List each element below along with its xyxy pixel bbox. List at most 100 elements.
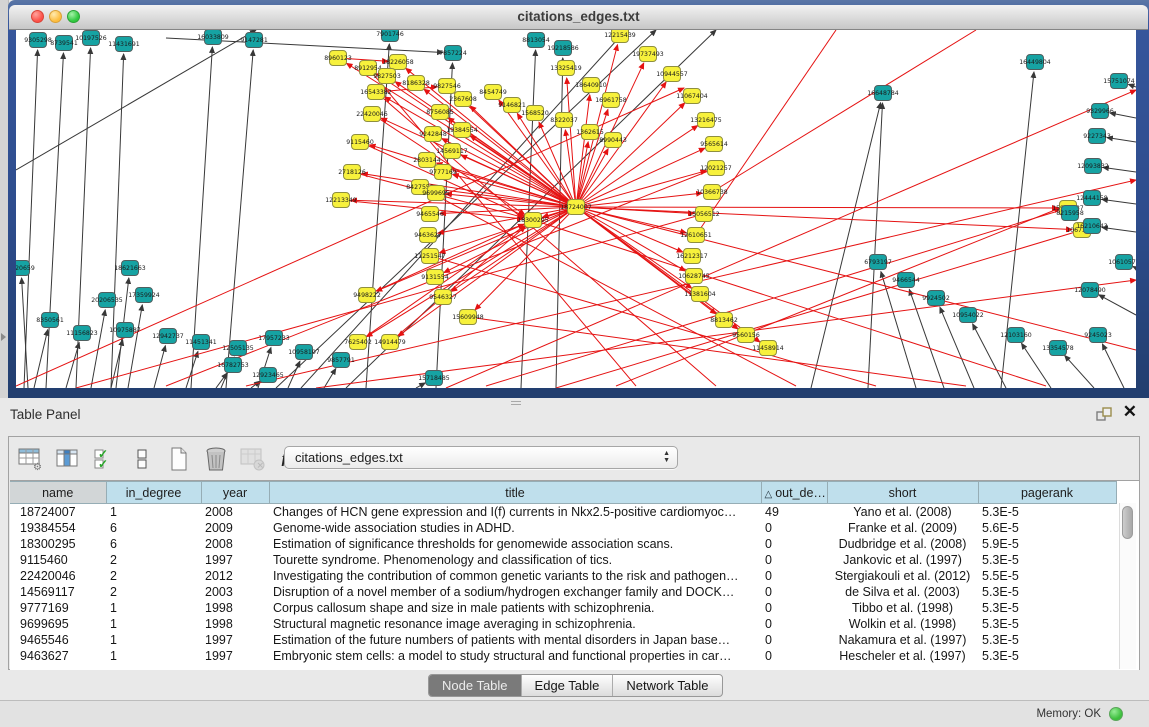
table-scrollbar[interactable] (1119, 503, 1136, 669)
cell-year[interactable]: 1997 (201, 648, 269, 664)
cell-year[interactable]: 2012 (201, 568, 269, 584)
cites-edge[interactable] (1107, 138, 1136, 142)
show-columns-button[interactable] (54, 446, 82, 473)
cell-short[interactable]: Dudbridge et al. (2008) (827, 536, 978, 552)
cell-title[interactable]: Estimation of the future numbers of pati… (269, 632, 761, 648)
cell-name[interactable]: 14569117 (10, 584, 106, 600)
cell-in_degree[interactable]: 1 (106, 600, 201, 616)
cell-pagerank[interactable]: 5.3E-5 (978, 632, 1116, 648)
column-header-out_de[interactable]: △out_de… (761, 482, 827, 504)
cell-in_degree[interactable]: 1 (106, 616, 201, 632)
clear-selection-button[interactable] (128, 446, 156, 473)
close-panel-button[interactable]: ✕ (1123, 402, 1137, 422)
cell-out_de[interactable]: 0 (761, 616, 827, 632)
cell-out_de[interactable]: 0 (761, 536, 827, 552)
delete-columns-button[interactable] (202, 446, 230, 473)
column-header-title[interactable]: title (269, 482, 761, 504)
first-neighbor-edge[interactable] (712, 30, 976, 192)
cell-in_degree[interactable]: 2 (106, 584, 201, 600)
table-row[interactable]: 946554611997Estimation of the future num… (10, 632, 1116, 648)
column-header-in_degree[interactable]: in_degree (106, 482, 201, 504)
cell-in_degree[interactable]: 6 (106, 536, 201, 552)
float-panel-button[interactable] (1095, 406, 1113, 422)
cites-edge[interactable] (34, 330, 48, 388)
tab-node-table[interactable]: Node Table (429, 675, 521, 696)
cites-edge[interactable] (128, 305, 142, 388)
select-all-button[interactable]: ✓ ✓ (91, 446, 119, 473)
first-neighbor-edge[interactable] (486, 208, 1068, 386)
cell-name[interactable]: 19384554 (10, 520, 106, 536)
cell-pagerank[interactable]: 5.3E-5 (978, 552, 1116, 568)
cell-title[interactable]: Tourette syndrome. Phenomenology and cla… (269, 552, 761, 568)
cell-short[interactable]: Yano et al. (2008) (827, 504, 978, 521)
cell-in_degree[interactable]: 2 (106, 552, 201, 568)
cell-year[interactable]: 1997 (201, 632, 269, 648)
first-neighbor-edge[interactable] (390, 226, 525, 342)
cites-edge[interactable] (416, 383, 425, 388)
cell-year[interactable]: 1998 (201, 616, 269, 632)
window-titlebar[interactable]: citations_edges.txt (9, 5, 1148, 30)
cell-out_de[interactable]: 0 (761, 520, 827, 536)
cell-title[interactable]: Structural magnetic resonance image aver… (269, 616, 761, 632)
cell-year[interactable]: 1997 (201, 552, 269, 568)
change-table-mode-button[interactable]: ⚙ (17, 446, 45, 473)
column-header-name[interactable]: name (10, 482, 106, 504)
table-row[interactable]: 977716911998Corpus callosum shape and si… (10, 600, 1116, 616)
cell-year[interactable]: 1998 (201, 600, 269, 616)
cell-out_de[interactable]: 49 (761, 504, 827, 521)
cell-name[interactable]: 18300295 (10, 536, 106, 552)
cell-title[interactable]: Corpus callosum shape and size in male p… (269, 600, 761, 616)
cell-title[interactable]: Genome-wide association studies in ADHD. (269, 520, 761, 536)
column-header-pagerank[interactable]: pagerank (978, 482, 1116, 504)
column-header-short[interactable]: short (827, 482, 978, 504)
cell-out_de[interactable]: 0 (761, 632, 827, 648)
first-neighbor-edge[interactable] (439, 207, 576, 253)
delete-table-button[interactable]: ✕ (239, 446, 267, 473)
cell-year[interactable]: 2009 (201, 520, 269, 536)
cell-pagerank[interactable]: 5.5E-5 (978, 568, 1116, 584)
table-select-dropdown[interactable]: citations_edges.txt ▲▼ (284, 446, 678, 469)
panel-resize-grip[interactable] (511, 399, 521, 407)
table-row[interactable]: 2242004622012Investigating the contribut… (10, 568, 1116, 584)
cell-out_de[interactable]: 0 (761, 600, 827, 616)
cell-name[interactable]: 9465546 (10, 632, 106, 648)
cell-name[interactable]: 18724007 (10, 504, 106, 521)
cell-pagerank[interactable]: 5.3E-5 (978, 648, 1116, 664)
cell-pagerank[interactable]: 5.3E-5 (978, 600, 1116, 616)
cell-name[interactable]: 9699695 (10, 616, 106, 632)
table-row[interactable]: 969969511998Structural magnetic resonanc… (10, 616, 1116, 632)
cell-in_degree[interactable]: 1 (106, 648, 201, 664)
cell-short[interactable]: Wolkin et al. (1998) (827, 616, 978, 632)
first-neighbor-edge[interactable] (696, 30, 836, 235)
first-neighbor-edge[interactable] (368, 68, 636, 386)
cites-edge[interactable] (1099, 295, 1136, 315)
cites-edge[interactable] (324, 369, 336, 388)
cell-pagerank[interactable]: 5.3E-5 (978, 504, 1116, 521)
cell-in_degree[interactable]: 1 (106, 504, 201, 521)
table-row[interactable]: 1938455462009Genome-wide association stu… (10, 520, 1116, 536)
first-neighbor-edge[interactable] (398, 207, 576, 336)
cell-in_degree[interactable]: 1 (106, 632, 201, 648)
column-header-year[interactable]: year (201, 482, 269, 504)
cites-edge[interactable] (16, 30, 256, 170)
cell-pagerank[interactable]: 5.9E-5 (978, 536, 1116, 552)
cell-short[interactable]: Franke et al. (2009) (827, 520, 978, 536)
network-canvas[interactable]: 1872400718300295896012389129541822605898… (16, 30, 1136, 388)
cell-name[interactable]: 9115460 (10, 552, 106, 568)
cites-edge[interactable] (1102, 344, 1124, 388)
cell-title[interactable]: Embryonic stem cells: a model to study s… (269, 648, 761, 664)
cell-short[interactable]: Stergiakouli et al. (2012) (827, 568, 978, 584)
cell-title[interactable]: Investigating the contribution of common… (269, 568, 761, 584)
cell-out_de[interactable]: 0 (761, 648, 827, 664)
cell-out_de[interactable]: 0 (761, 568, 827, 584)
table-row[interactable]: 946362711997Embryonic stem cells: a mode… (10, 648, 1116, 664)
cell-year[interactable]: 2008 (201, 536, 269, 552)
cell-short[interactable]: Jankovic et al. (1997) (827, 552, 978, 568)
cell-short[interactable]: Nakamura et al. (1997) (827, 632, 978, 648)
table-row[interactable]: 1456911722003Disruption of a novel membe… (10, 584, 1116, 600)
cell-year[interactable]: 2008 (201, 504, 269, 521)
cites-edge[interactable] (46, 53, 63, 388)
table-row[interactable]: 911546021997Tourette syndrome. Phenomeno… (10, 552, 1116, 568)
cites-edge[interactable] (1065, 355, 1094, 388)
network-view-window[interactable]: citations_edges.txt 18724007183002958960… (8, 0, 1149, 398)
